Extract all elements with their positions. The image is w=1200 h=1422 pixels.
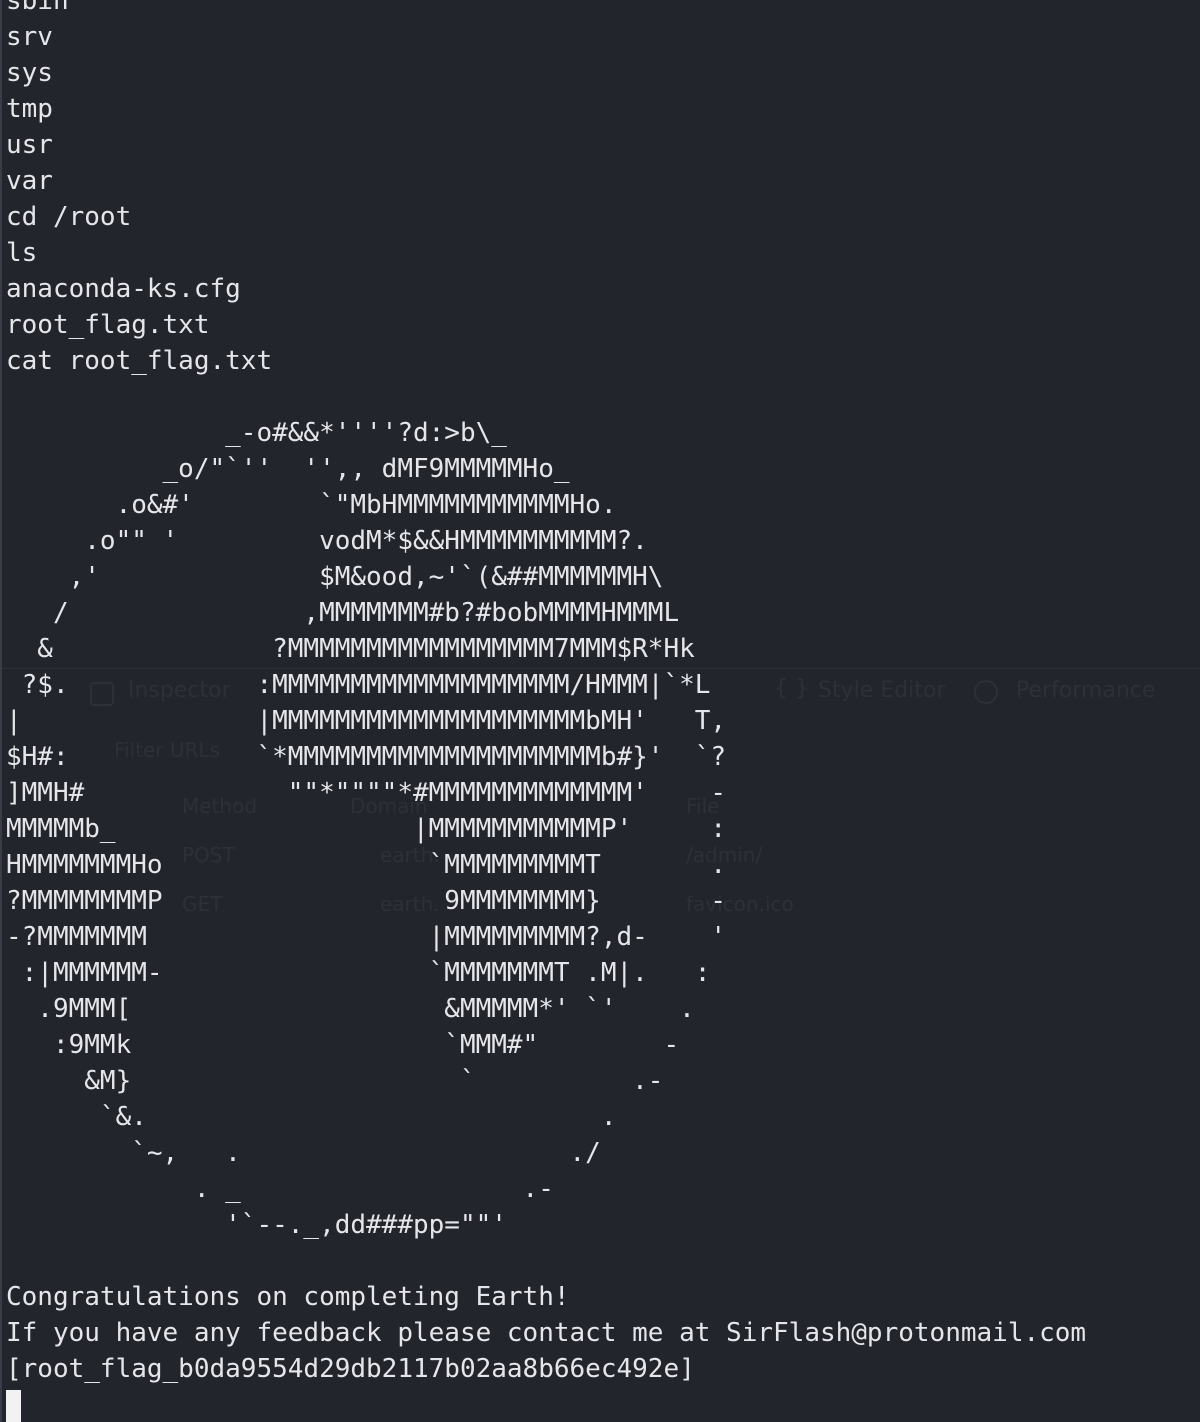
terminal-line: _-o#&&*''''?d:>b\_ <box>6 418 507 448</box>
terminal-line: sbin <box>6 0 69 16</box>
terminal-line: & ?MMMMMMMMMMMMMMMMM7MMM$R*Hk <box>6 634 695 664</box>
terminal-line: / ,MMMMMMM#b?#bobMMMMHMMML <box>6 598 680 628</box>
terminal-line: `&. . <box>6 1102 617 1132</box>
terminal-output: sbin srv sys tmp usr var cd /root ls anaconda-ks… <box>6 0 1086 1387</box>
terminal-line: `~, . ./ <box>6 1138 601 1168</box>
terminal-line: -?MMMMMMM |MMMMMMMMM?,d- ' <box>6 922 727 952</box>
terminal-line: usr <box>6 130 53 160</box>
terminal-line: ]MMH# ""*""""*#MMMMMMMMMMMMM' - <box>6 778 727 808</box>
terminal-cursor[interactable] <box>6 1390 21 1422</box>
terminal-line: ?$. :MMMMMMMMMMMMMMMMMMM/HMMM|`*L <box>6 670 711 700</box>
terminal-line: MMMMMb_ |MMMMMMMMMMMP' : <box>6 814 727 844</box>
terminal-line: .o&#' `"MbHMMMMMMMMMMMHo. <box>6 490 617 520</box>
terminal-line: tmp <box>6 94 53 124</box>
terminal-line: cd /root <box>6 202 132 232</box>
terminal-line: _o/"`'' '',, dMF9MMMMMHo_ <box>6 454 570 484</box>
terminal-line: sys <box>6 58 53 88</box>
terminal-line: [root_flag_b0da9554d29db2117b02aa8b66ec4… <box>6 1354 695 1384</box>
terminal-line: '`--._,dd###pp=""' <box>6 1210 507 1240</box>
terminal-window[interactable]: Inspector { } Style Editor Performance F… <box>0 0 1200 1422</box>
terminal-line: HMMMMMMMHo `MMMMMMMMMT . <box>6 850 727 880</box>
terminal-line: $H#: `*MMMMMMMMMMMMMMMMMMMMb#}' `? <box>6 742 727 772</box>
terminal-line: .9MMM[ &MMMMM*' `' . <box>6 994 695 1024</box>
terminal-line: | |MMMMMMMMMMMMMMMMMMMMbMH' T, <box>6 706 727 736</box>
terminal-line: anaconda-ks.cfg <box>6 274 241 304</box>
terminal-line: root_flag.txt <box>6 310 210 340</box>
terminal-line: ,' $M&ood,~'`(&##MMMMMMH\ <box>6 562 664 592</box>
terminal-line: Congratulations on completing Earth! <box>6 1282 570 1312</box>
terminal-line: &M} ` .- <box>6 1066 664 1096</box>
terminal-line: . _ .- <box>6 1174 554 1204</box>
terminal-line: ?MMMMMMMMP 9MMMMMMMM} - <box>6 886 727 916</box>
terminal-line: .o"" ' vodM*$&&HMMMMMMMMMM?. <box>6 526 648 556</box>
terminal-line: cat root_flag.txt <box>6 346 273 376</box>
terminal-line: If you have any feedback please contact … <box>6 1318 1087 1348</box>
terminal-line: var <box>6 166 53 196</box>
terminal-line: ls <box>6 238 38 268</box>
terminal-line: :9MMk `MMM#" - <box>6 1030 680 1060</box>
terminal-line: srv <box>6 22 53 52</box>
terminal-line: :|MMMMMM- `MMMMMMMT .M|. : <box>6 958 711 988</box>
